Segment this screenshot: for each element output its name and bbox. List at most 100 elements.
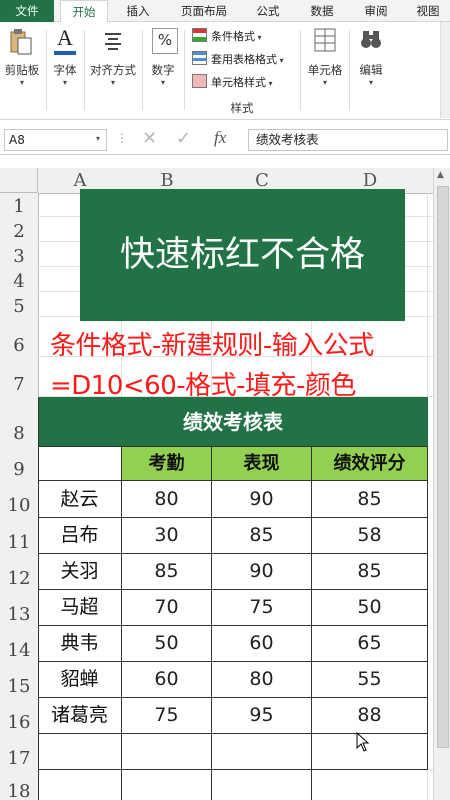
cells-label: 单元格 <box>307 63 343 77</box>
table-cell-score[interactable]: 58 <box>312 518 428 554</box>
ribbon-scrollbar[interactable] <box>440 22 450 118</box>
table-cell-name[interactable]: 马超 <box>38 590 122 626</box>
cells-group[interactable]: 单元格 ▾ <box>303 22 347 118</box>
insert-function-icon[interactable]: fx <box>214 128 226 148</box>
table-cell-performance[interactable]: 90 <box>212 481 312 518</box>
row-header[interactable]: 13 <box>0 590 39 627</box>
table-cell-performance[interactable]: 85 <box>212 518 312 554</box>
vertical-scrollbar[interactable]: ▲ <box>433 168 450 800</box>
format-as-table-button[interactable]: 套用表格格式 ▾ <box>192 51 296 69</box>
row-header[interactable]: 7 <box>0 357 39 398</box>
table-cell-empty[interactable] <box>312 734 428 770</box>
select-all-corner[interactable] <box>0 168 38 193</box>
tab-file[interactable]: 文件 <box>0 0 54 22</box>
row-header[interactable]: 12 <box>0 554 39 591</box>
row-header[interactable]: 3 <box>0 242 39 268</box>
tab-page-layout[interactable]: 页面布局 <box>172 0 236 22</box>
row-header[interactable]: 17 <box>0 734 39 771</box>
table-header-cell[interactable]: 表现 <box>212 447 312 481</box>
row-header[interactable]: 1 <box>0 193 39 218</box>
table-cell-name[interactable]: 赵云 <box>38 481 122 518</box>
table-cell-empty[interactable] <box>38 734 122 770</box>
scrollbar-thumb[interactable] <box>437 186 449 748</box>
row-header[interactable]: 9 <box>0 447 39 482</box>
conditional-format-button[interactable]: 条件格式 ▾ <box>192 28 296 46</box>
font-color-bar <box>54 51 76 55</box>
table-cell-attendance[interactable]: 60 <box>122 662 212 698</box>
table-header-cell[interactable]: 绩效评分 <box>312 447 428 481</box>
table-header-cell[interactable]: 考勤 <box>122 447 212 481</box>
table-cell-performance[interactable]: 60 <box>212 626 312 662</box>
tab-review[interactable]: 审阅 <box>354 0 398 22</box>
align-icon <box>105 33 121 50</box>
table-cell-name[interactable]: 关羽 <box>38 554 122 590</box>
table-cell-performance[interactable]: 90 <box>212 554 312 590</box>
font-group[interactable]: A 字体 ▾ <box>48 22 82 118</box>
chevron-down-icon[interactable]: ▾ <box>96 134 100 143</box>
table-title[interactable]: 绩效考核表 <box>38 397 428 447</box>
table-cell-score[interactable]: 85 <box>312 481 428 518</box>
tab-home[interactable]: 开始 <box>60 0 108 24</box>
table-cell-score[interactable]: 55 <box>312 662 428 698</box>
row-header[interactable]: 11 <box>0 518 39 555</box>
table-cell-attendance[interactable]: 70 <box>122 590 212 626</box>
row-header[interactable]: 16 <box>0 698 39 735</box>
table-cell-empty[interactable] <box>122 734 212 770</box>
alignment-group[interactable]: 对齐方式 ▾ <box>86 22 140 118</box>
editing-group[interactable]: 编辑 ▾ <box>352 22 390 118</box>
mouse-cursor-icon <box>356 732 370 752</box>
clipboard-group[interactable]: 剪贴板 ▾ <box>0 22 44 118</box>
row-header[interactable]: 15 <box>0 662 39 699</box>
table-cell-score[interactable]: 65 <box>312 626 428 662</box>
table-cell-name[interactable]: 诸葛亮 <box>38 698 122 734</box>
table-cell-name[interactable]: 吕布 <box>38 518 122 554</box>
cell-styles-button[interactable]: 单元格样式 ▾ <box>192 74 296 92</box>
ribbon: 剪贴板 ▾ A 字体 ▾ 对齐方式 ▾ % 数字 ▾ 条件格式 ▾ 套用表格格式… <box>0 22 450 120</box>
tab-view[interactable]: 视图 <box>408 0 448 22</box>
chevron-down-icon: ▾ <box>255 33 262 42</box>
row-header[interactable]: 10 <box>0 481 39 519</box>
table-cell-empty[interactable] <box>212 734 312 770</box>
ribbon-tab-bar: 文件 开始 插入 页面布局 公式 数据 审阅 视图 <box>0 0 450 24</box>
row-header[interactable]: 4 <box>0 267 39 293</box>
table-cell-score[interactable]: 50 <box>312 590 428 626</box>
row-header[interactable]: 6 <box>0 317 39 358</box>
cancel-icon[interactable]: ✕ <box>142 128 157 149</box>
tab-data[interactable]: 数据 <box>300 0 344 22</box>
table-cell-performance[interactable]: 75 <box>212 590 312 626</box>
format-as-table-label: 套用表格格式 <box>211 53 277 66</box>
row-header[interactable]: 18 <box>0 770 39 800</box>
tab-insert[interactable]: 插入 <box>116 0 160 22</box>
name-box[interactable]: A8 <box>4 129 107 151</box>
table-title-text: 绩效考核表 <box>183 410 283 434</box>
table-cell-name[interactable]: 典韦 <box>38 626 122 662</box>
table-cell-attendance[interactable]: 50 <box>122 626 212 662</box>
scroll-up-icon[interactable]: ▲ <box>437 170 444 180</box>
row-header[interactable]: 5 <box>0 292 39 318</box>
table-cell-performance[interactable]: 80 <box>212 662 312 698</box>
row-header[interactable]: 2 <box>0 217 39 243</box>
table-cell-performance[interactable]: 95 <box>212 698 312 734</box>
table-cell-name[interactable]: 貂蝉 <box>38 662 122 698</box>
row-header[interactable]: 8 <box>0 397 39 448</box>
table-cell-attendance[interactable]: 30 <box>122 518 212 554</box>
number-group[interactable]: % 数字 ▾ <box>144 22 182 118</box>
cell-styles-label: 单元格样式 <box>211 76 266 89</box>
chevron-down-icon: ▾ <box>322 78 327 87</box>
table-cell-attendance[interactable]: 75 <box>122 698 212 734</box>
formula-bar: A8 ▾ ⋮ ✕ ✓ fx 绩效考核表 <box>0 125 450 155</box>
conditional-format-label: 条件格式 <box>211 30 255 43</box>
table-cell-attendance[interactable]: 80 <box>122 481 212 518</box>
binoculars-icon <box>361 31 381 48</box>
percent-icon: % <box>152 28 178 54</box>
table-cell-attendance[interactable]: 85 <box>122 554 212 590</box>
table-cell-score[interactable]: 85 <box>312 554 428 590</box>
formula-input[interactable]: 绩效考核表 <box>248 129 448 151</box>
row-header[interactable]: 14 <box>0 626 39 663</box>
table-cell-score[interactable]: 88 <box>312 698 428 734</box>
tab-formulas[interactable]: 公式 <box>246 0 290 22</box>
table-header-cell[interactable] <box>38 447 122 481</box>
chevron-down-icon: ▾ <box>160 78 165 87</box>
alignment-label: 对齐方式 <box>90 63 136 77</box>
enter-icon[interactable]: ✓ <box>176 128 191 149</box>
